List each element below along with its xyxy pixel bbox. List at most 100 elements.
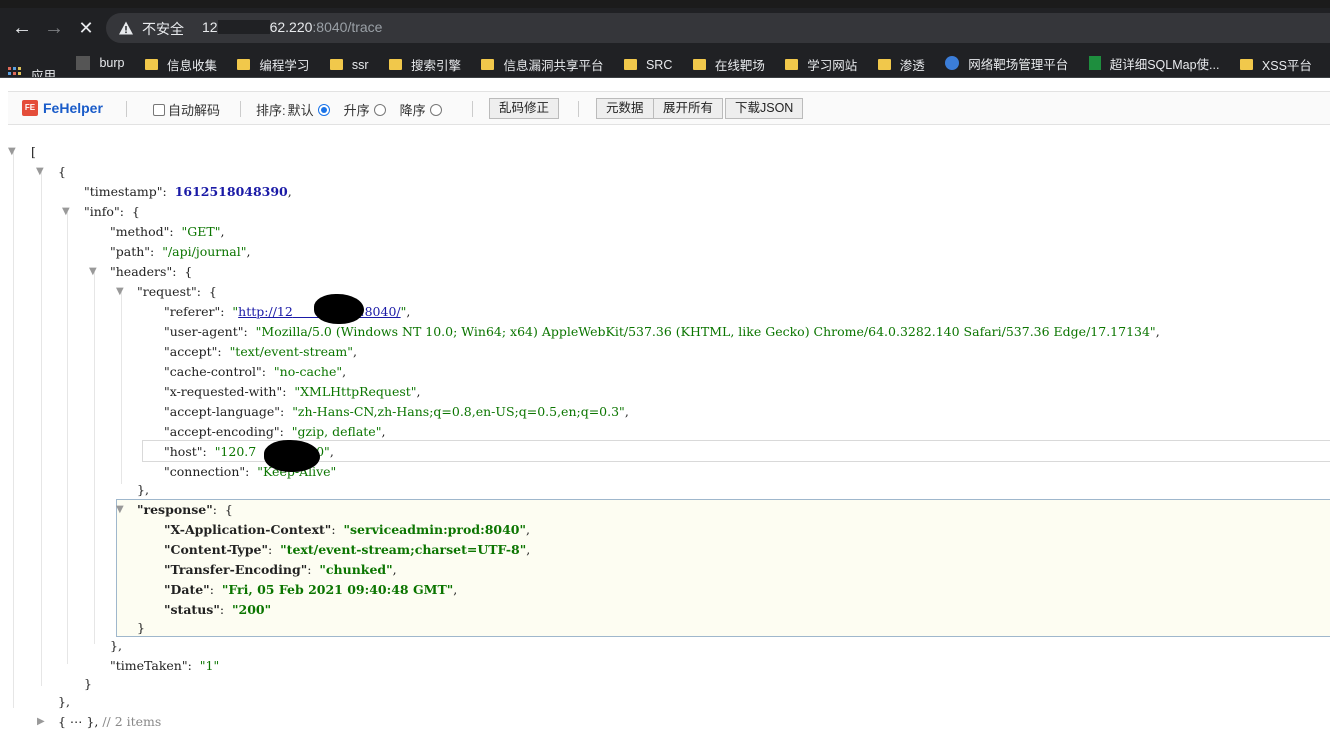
folder-icon bbox=[623, 59, 637, 70]
tree-guide bbox=[94, 272, 95, 644]
fix-encoding-button[interactable]: 乱码修正 bbox=[489, 98, 560, 119]
address-bar: ← → ✕ 不安全 12 62.220:8040/trace bbox=[0, 8, 1330, 48]
bookmark-folder[interactable]: ssr bbox=[322, 50, 377, 78]
json-line: "Date": "Fri, 05 Feb 2021 09:40:48 GMT", bbox=[164, 582, 458, 597]
sort-desc-label: 降序 bbox=[399, 103, 426, 118]
json-line: "X-Application-Context": "serviceadmin:p… bbox=[164, 522, 530, 537]
json-line: "Transfer-Encoding": "chunked", bbox=[164, 562, 397, 577]
json-line: [ bbox=[31, 144, 36, 159]
bookmark-folder[interactable]: SRC bbox=[616, 50, 680, 78]
tree-guide bbox=[67, 212, 68, 664]
json-line: }, bbox=[110, 638, 122, 653]
bookmark-range-platform[interactable]: 网络靶场管理平台 bbox=[937, 48, 1076, 77]
sort-label: 排序: bbox=[256, 103, 286, 118]
tree-guide bbox=[13, 152, 14, 708]
collapse-toggle-icon[interactable]: ▼ bbox=[8, 142, 18, 162]
checkbox-icon[interactable] bbox=[153, 103, 165, 116]
back-arrow-icon[interactable]: ← bbox=[10, 16, 34, 40]
json-viewer: ▼ [ ▼ { "timestamp": 1612518048390, ▼ "i… bbox=[0, 130, 1330, 731]
toolbar-divider bbox=[240, 101, 241, 117]
stop-loading-icon[interactable]: ✕ bbox=[74, 16, 98, 40]
bookmark-apps[interactable]: 应用 bbox=[0, 59, 64, 77]
expand-toggle-icon[interactable]: ▶ bbox=[37, 712, 47, 731]
collapse-toggle-icon[interactable]: ▼ bbox=[89, 262, 99, 282]
json-line-collapsed[interactable]: { ⋯ }, // 2 items bbox=[58, 712, 161, 731]
json-line: "response": { bbox=[137, 502, 233, 517]
json-line: { bbox=[58, 164, 66, 179]
collapse-toggle-icon[interactable]: ▼ bbox=[62, 202, 72, 222]
redaction-mark bbox=[314, 294, 364, 324]
json-line: "accept-encoding": "gzip, deflate", bbox=[164, 424, 386, 439]
sort-asc-radio[interactable] bbox=[373, 103, 386, 116]
json-line: "method": "GET", bbox=[110, 224, 225, 239]
url-text[interactable]: 12 62.220:8040/trace bbox=[202, 19, 382, 35]
sort-default-radio[interactable] bbox=[317, 103, 330, 116]
bookmark-folder[interactable]: 信息漏洞共享平台 bbox=[473, 50, 611, 78]
json-line: "user-agent": "Mozilla/5.0 (Windows NT 1… bbox=[164, 324, 1160, 339]
collapse-toggle-icon[interactable]: ▼ bbox=[36, 162, 46, 182]
json-line: "accept": "text/event-stream", bbox=[164, 344, 358, 359]
fehelper-logo: FE FeHelper bbox=[22, 100, 103, 116]
json-line: }, bbox=[58, 694, 70, 709]
json-line: "x-requested-with": "XMLHttpRequest", bbox=[164, 384, 421, 399]
bookmark-folder[interactable]: 渗透 bbox=[870, 50, 933, 78]
sort-asc-label: 升序 bbox=[343, 103, 370, 118]
sheet-icon bbox=[1088, 56, 1101, 70]
bookmarks-bar: 应用 burp 信息收集 编程学习 ssr 搜索引擎 信息漏洞共享平台 SRC … bbox=[0, 48, 1330, 78]
sort-default-label: 默认 bbox=[287, 103, 314, 118]
bookmark-folder[interactable]: 编程学习 bbox=[229, 50, 317, 78]
tab-strip bbox=[0, 0, 1330, 8]
json-line: "path": "/api/journal", bbox=[110, 244, 251, 259]
json-line: } bbox=[84, 676, 92, 691]
tree-guide bbox=[121, 292, 122, 484]
folder-icon bbox=[785, 59, 799, 70]
bookmark-folder[interactable]: 搜索引擎 bbox=[381, 50, 469, 78]
raw-data-button[interactable]: 元数据 bbox=[596, 98, 654, 119]
fehelper-title: FeHelper bbox=[43, 100, 103, 116]
toolbar-divider bbox=[126, 101, 127, 117]
folder-icon bbox=[877, 59, 891, 70]
tree-guide bbox=[41, 172, 42, 686]
json-line: "timestamp": 1612518048390, bbox=[84, 184, 292, 199]
toolbar-divider bbox=[472, 101, 473, 117]
bookmark-folder[interactable]: XSS平台 bbox=[1232, 50, 1320, 78]
sort-options: 排序: 默认 升序 降序 bbox=[256, 100, 456, 119]
folder-icon bbox=[237, 59, 251, 70]
burp-icon bbox=[76, 56, 91, 70]
bookmark-folder[interactable]: 解密 bbox=[1324, 50, 1330, 78]
collapse-toggle-icon[interactable]: ▼ bbox=[116, 500, 126, 520]
url-omnibox[interactable]: 不安全 12 62.220:8040/trace bbox=[106, 13, 1330, 43]
json-line: "headers": { bbox=[110, 264, 193, 279]
fehelper-logo-icon: FE bbox=[22, 100, 38, 116]
json-line: "timeTaken": "1" bbox=[110, 658, 220, 673]
security-status-label[interactable]: 不安全 bbox=[142, 19, 184, 39]
sort-desc-radio[interactable] bbox=[429, 103, 442, 116]
expand-all-button[interactable]: 展开所有 bbox=[653, 98, 724, 119]
toolbar-divider bbox=[578, 101, 579, 117]
forward-arrow-icon[interactable]: → bbox=[42, 16, 66, 40]
bookmark-folder[interactable]: 学习网站 bbox=[777, 50, 865, 78]
json-line: "status": "200" bbox=[164, 602, 272, 617]
auto-decode-checkbox[interactable]: 自动解码 bbox=[153, 100, 220, 119]
bookmark-sqlmap[interactable]: 超详细SQLMap使... bbox=[1081, 48, 1228, 77]
folder-icon bbox=[329, 59, 343, 70]
folder-icon bbox=[692, 59, 706, 70]
collapse-toggle-icon[interactable]: ▼ bbox=[116, 282, 126, 302]
json-line: "cache-control": "no-cache", bbox=[164, 364, 347, 379]
json-line: "Content-Type": "text/event-stream;chars… bbox=[164, 542, 531, 557]
json-line: } bbox=[137, 620, 145, 635]
json-line: "request": { bbox=[137, 284, 217, 299]
folder-icon bbox=[144, 59, 158, 70]
fehelper-toolbar: FE FeHelper 自动解码 排序: 默认 升序 降序 乱码修正 元数据 展… bbox=[8, 91, 1330, 125]
globe-icon bbox=[945, 56, 960, 70]
bookmark-folder[interactable]: 信息收集 bbox=[137, 50, 225, 78]
apps-grid-icon bbox=[8, 67, 22, 77]
json-line: "referer": "http://12 35.91:8040/", bbox=[164, 304, 411, 319]
folder-icon bbox=[481, 59, 495, 70]
bookmark-burp[interactable]: burp bbox=[68, 48, 132, 77]
json-line: "accept-language": "zh-Hans-CN,zh-Hans;q… bbox=[164, 404, 629, 419]
download-json-button[interactable]: 下载JSON bbox=[725, 98, 804, 119]
json-line: "info": { bbox=[84, 204, 140, 219]
json-line: }, bbox=[137, 482, 149, 497]
bookmark-folder[interactable]: 在线靶场 bbox=[685, 50, 773, 78]
